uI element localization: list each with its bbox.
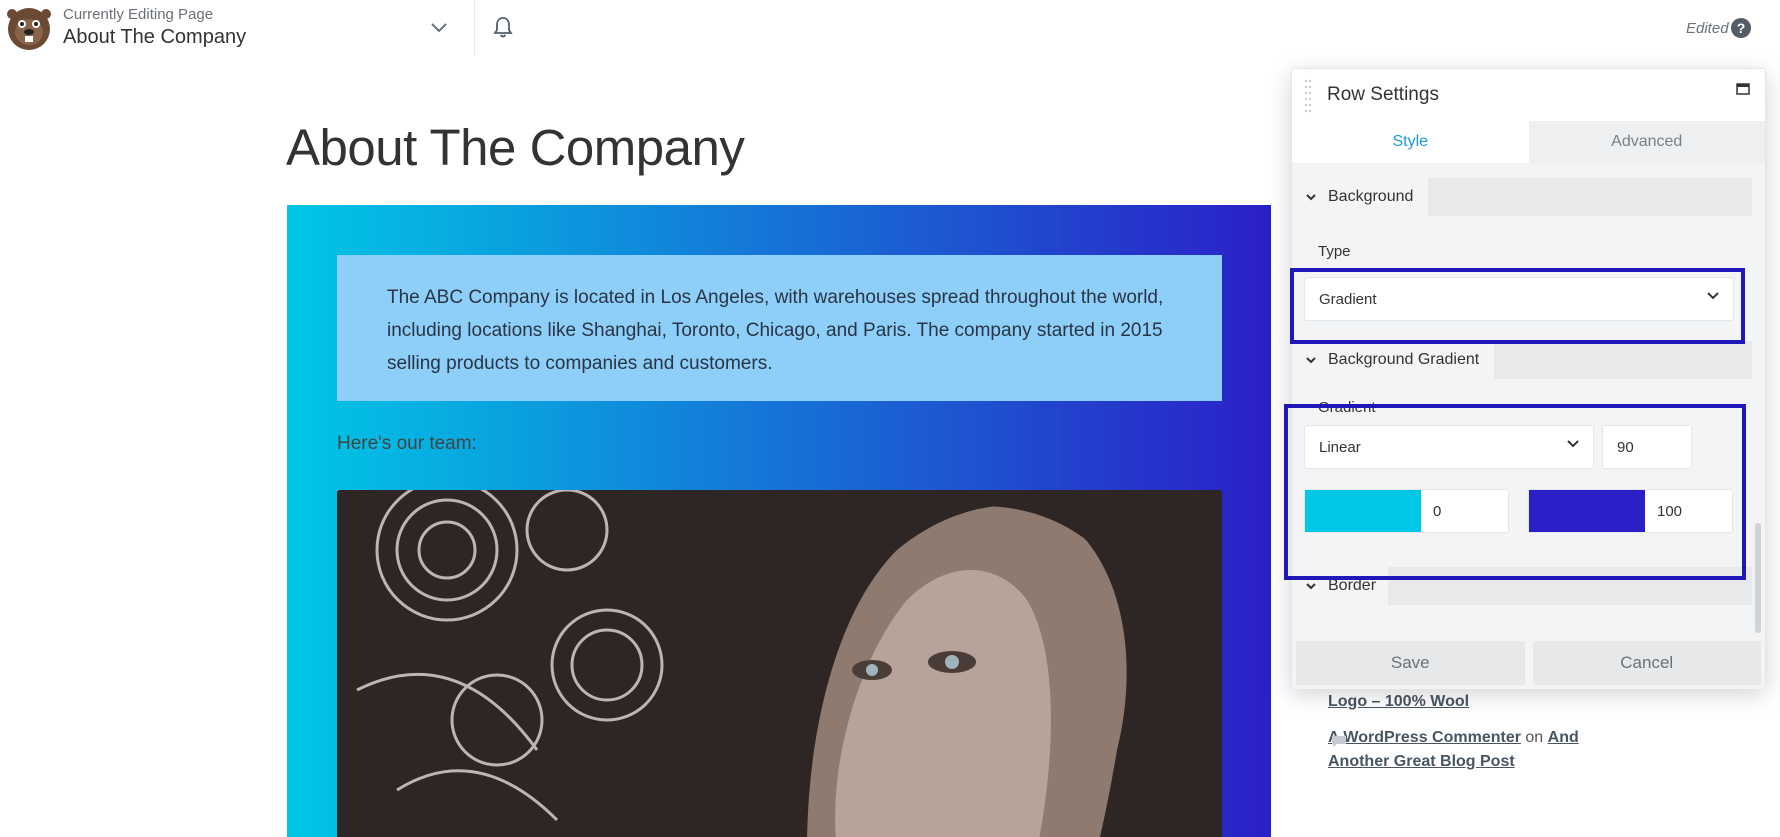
drag-handle-icon[interactable]	[1304, 75, 1312, 115]
divider	[474, 0, 475, 56]
panel-title: Row Settings	[1327, 84, 1439, 105]
tab-style[interactable]: Style	[1292, 121, 1529, 163]
team-photo	[337, 490, 1222, 837]
notifications-button[interactable]	[488, 12, 518, 42]
team-photo-art	[337, 490, 1222, 837]
chevron-down-icon	[1306, 356, 1316, 363]
highlight-gradient-fields	[1284, 404, 1746, 580]
panel-footer: Save Cancel	[1292, 641, 1765, 689]
chevron-down-icon	[1306, 193, 1316, 200]
chevron-down-icon	[431, 23, 447, 33]
section-background[interactable]: Background	[1292, 178, 1428, 216]
comment-on-text: on	[1525, 729, 1544, 746]
type-label: Type	[1318, 243, 1351, 260]
row-settings-panel: Row Settings Style Advanced Background T…	[1291, 68, 1766, 689]
beaver-logo-icon	[7, 8, 51, 50]
panel-header[interactable]: Row Settings	[1292, 69, 1765, 121]
edit-status: Edited	[1686, 20, 1729, 37]
bell-icon	[493, 17, 513, 38]
maximize-icon	[1736, 83, 1750, 95]
comment-icon	[1332, 736, 1346, 747]
save-button[interactable]: Save	[1296, 641, 1525, 685]
intro-text: The ABC Company is located in Los Angele…	[387, 287, 1164, 374]
section-background-gradient-label: Background Gradient	[1328, 351, 1480, 368]
editing-label: Currently Editing Page	[63, 6, 214, 23]
sidebar-recent: Logo – 100% Wool A WordPress Commenter o…	[1328, 690, 1618, 774]
maximize-button[interactable]	[1733, 79, 1753, 99]
gradient-row[interactable]: The ABC Company is located in Los Angele…	[287, 205, 1271, 837]
comment-author-link[interactable]: A WordPress Commenter	[1328, 729, 1521, 746]
editing-page-title: About The Company	[63, 26, 247, 48]
recent-product-link[interactable]: Logo – 100% Wool	[1328, 693, 1469, 710]
panel-tabs: Style Advanced	[1292, 121, 1765, 163]
page-title: About The Company	[286, 119, 745, 176]
section-background-gradient[interactable]: Background Gradient	[1292, 341, 1494, 379]
section-background-label: Background	[1328, 188, 1414, 205]
panel-scrollbar[interactable]	[1755, 523, 1761, 633]
top-bar: Currently Editing Page About The Company…	[0, 0, 1780, 56]
chevron-down-icon	[1306, 582, 1316, 589]
team-label: Here's our team:	[337, 433, 477, 454]
help-icon[interactable]: ?	[1731, 18, 1751, 38]
cancel-button[interactable]: Cancel	[1532, 641, 1761, 685]
intro-box[interactable]: The ABC Company is located in Los Angele…	[337, 255, 1222, 401]
tab-advanced[interactable]: Advanced	[1528, 121, 1765, 163]
highlight-type-field	[1290, 268, 1745, 344]
page-switcher-button[interactable]	[424, 14, 454, 42]
